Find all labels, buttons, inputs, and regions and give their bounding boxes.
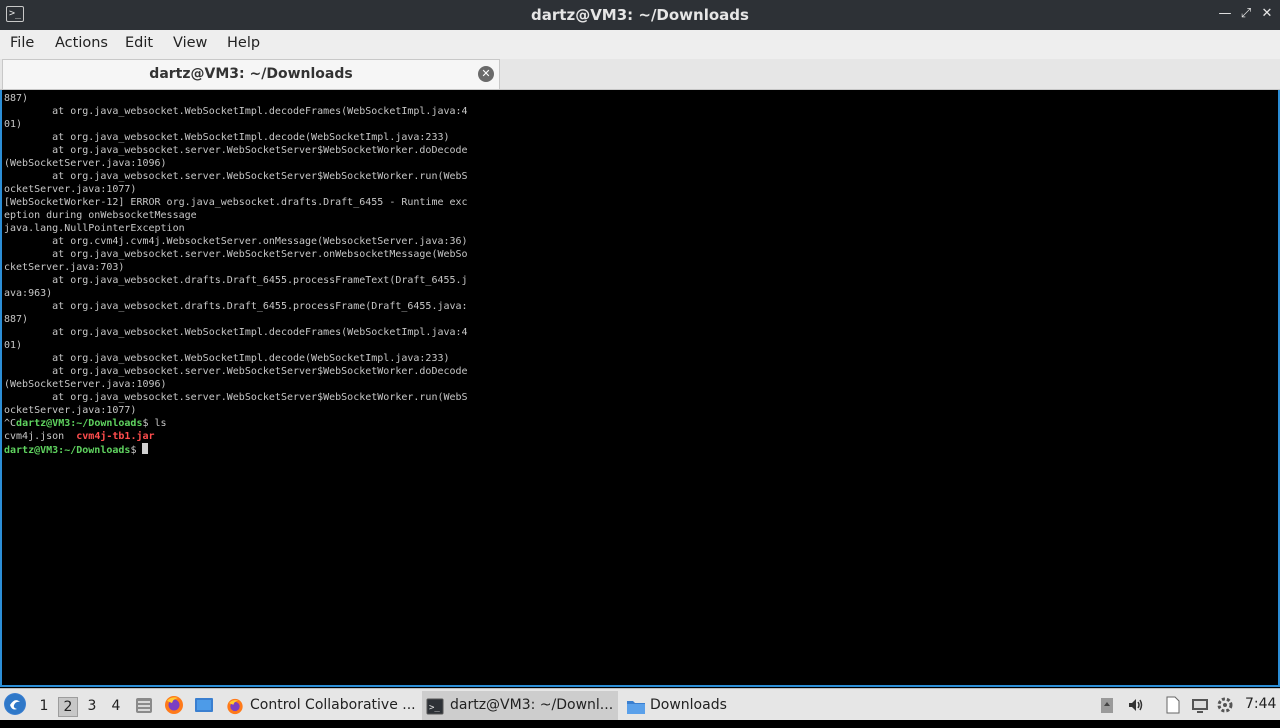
terminal-line: 887) xyxy=(4,314,29,325)
terminal-line: at org.java_websocket.drafts.Draft_6455.… xyxy=(52,275,468,286)
terminal-log-lines: 887) at org.java_websocket.WebSocketImpl… xyxy=(4,93,468,416)
menu-bar: File Actions Edit View Help xyxy=(0,30,1280,59)
task-label: Control Collaborative ... xyxy=(250,697,416,713)
window-titlebar: >_ dartz@VM3: ~/Downloads — ⤢ ✕ xyxy=(0,0,1280,30)
terminal-line: eption during onWebsocketMessage xyxy=(4,210,197,221)
menu-file[interactable]: File xyxy=(10,35,34,51)
terminal-line: at org.java_websocket.server.WebSocketSe… xyxy=(52,366,468,377)
menu-edit[interactable]: Edit xyxy=(125,35,153,51)
terminal-command: ls xyxy=(154,418,167,429)
clock[interactable]: 7:44 xyxy=(1245,696,1276,728)
workspace-3[interactable]: 3 xyxy=(82,697,102,717)
terminal-line: [WebSocketWorker-12] ERROR org.java_webs… xyxy=(4,197,468,208)
terminal-line: at org.java_websocket.WebSocketImpl.deco… xyxy=(52,106,468,117)
svg-text:>_: >_ xyxy=(429,703,440,713)
menu-view[interactable]: View xyxy=(173,35,207,51)
tab-close-icon[interactable]: ✕ xyxy=(478,66,494,82)
terminal-prompt-current: dartz@VM3:~/Downloads xyxy=(4,445,131,456)
file-jar: cvm4j-tb1.jar xyxy=(76,431,155,442)
workspace-2[interactable]: 2 xyxy=(58,697,78,717)
tab-bar: dartz@VM3: ~/Downloads ✕ xyxy=(0,59,1280,90)
task-firefox[interactable]: Control Collaborative ... xyxy=(222,691,418,720)
tab-label: dartz@VM3: ~/Downloads xyxy=(149,66,353,82)
prompt-symbol-current: $ xyxy=(130,445,143,456)
terminal-line: ocketServer.java:1077) xyxy=(4,184,137,195)
network-icon[interactable] xyxy=(1191,696,1209,714)
workspace-4[interactable]: 4 xyxy=(106,697,126,717)
ctrl-c-text: ^C xyxy=(4,418,17,429)
terminal-line: at org.java_websocket.drafts.Draft_6455.… xyxy=(52,301,468,312)
terminal-line: (WebSocketServer.java:1096) xyxy=(4,158,167,169)
task-terminal[interactable]: >_ dartz@VM3: ~/Downl... xyxy=(422,691,618,720)
window-title: dartz@VM3: ~/Downloads xyxy=(531,6,749,24)
terminal-view[interactable]: 887) at org.java_websocket.WebSocketImpl… xyxy=(0,90,1280,687)
terminal-line: ava:963) xyxy=(4,288,53,299)
menu-actions[interactable]: Actions xyxy=(55,35,108,51)
task-label: Downloads xyxy=(650,697,727,713)
terminal-line: at org.java_websocket.WebSocketImpl.deco… xyxy=(52,327,468,338)
workspace-1[interactable]: 1 xyxy=(34,697,54,717)
show-desktop-icon[interactable] xyxy=(194,695,214,715)
taskbar: 1 2 3 4 Control Collaborative ... >_ dar… xyxy=(0,688,1280,720)
maximize-button[interactable]: ⤢ xyxy=(1238,6,1254,22)
task-downloads[interactable]: Downloads xyxy=(622,691,742,720)
terminal-line: 887) xyxy=(4,93,29,104)
close-button[interactable]: ✕ xyxy=(1259,6,1275,22)
terminal-line: java.lang.NullPointerException xyxy=(4,223,185,234)
task-label: dartz@VM3: ~/Downl... xyxy=(450,697,614,713)
terminal-line: cketServer.java:703) xyxy=(4,262,125,273)
terminal-output: 887) at org.java_websocket.WebSocketImpl… xyxy=(4,92,468,457)
terminal-prompt: dartz@VM3:~/Downloads xyxy=(16,418,143,429)
terminal-line: at org.java_websocket.server.WebSocketSe… xyxy=(52,392,468,403)
minimize-button[interactable]: — xyxy=(1217,6,1233,22)
terminal-line: at org.java_websocket.WebSocketImpl.deco… xyxy=(52,353,450,364)
firefox-icon[interactable] xyxy=(164,695,184,715)
terminal-line: at org.java_websocket.server.WebSocketSe… xyxy=(52,171,468,182)
prompt-symbol: $ xyxy=(142,418,155,429)
folder-icon xyxy=(626,697,645,714)
notes-icon[interactable] xyxy=(1164,696,1182,714)
terminal-line: 01) xyxy=(4,340,23,351)
terminal-cursor xyxy=(142,443,149,454)
terminal-line: ocketServer.java:1077) xyxy=(4,405,137,416)
file-manager-icon[interactable] xyxy=(134,695,154,715)
terminal-line: at org.java_websocket.server.WebSocketSe… xyxy=(52,145,468,156)
terminal-icon: >_ xyxy=(426,697,444,715)
terminal-line: 01) xyxy=(4,119,23,130)
settings-icon[interactable] xyxy=(1216,696,1234,714)
clipboard-icon[interactable] xyxy=(1098,696,1116,714)
terminal-line: at org.java_websocket.WebSocketImpl.deco… xyxy=(52,132,450,143)
volume-icon[interactable] xyxy=(1127,696,1145,714)
terminal-line: (WebSocketServer.java:1096) xyxy=(4,379,167,390)
firefox-icon xyxy=(226,697,244,715)
terminal-line: at org.java_websocket.server.WebSocketSe… xyxy=(52,249,468,260)
start-menu-icon[interactable] xyxy=(4,693,26,715)
tab-terminal[interactable]: dartz@VM3: ~/Downloads ✕ xyxy=(2,59,500,89)
file-json: cvm4j.json xyxy=(4,431,65,442)
terminal-line: at org.cvm4j.cvm4j.WebsocketServer.onMes… xyxy=(52,236,468,247)
menu-help[interactable]: Help xyxy=(227,35,260,51)
